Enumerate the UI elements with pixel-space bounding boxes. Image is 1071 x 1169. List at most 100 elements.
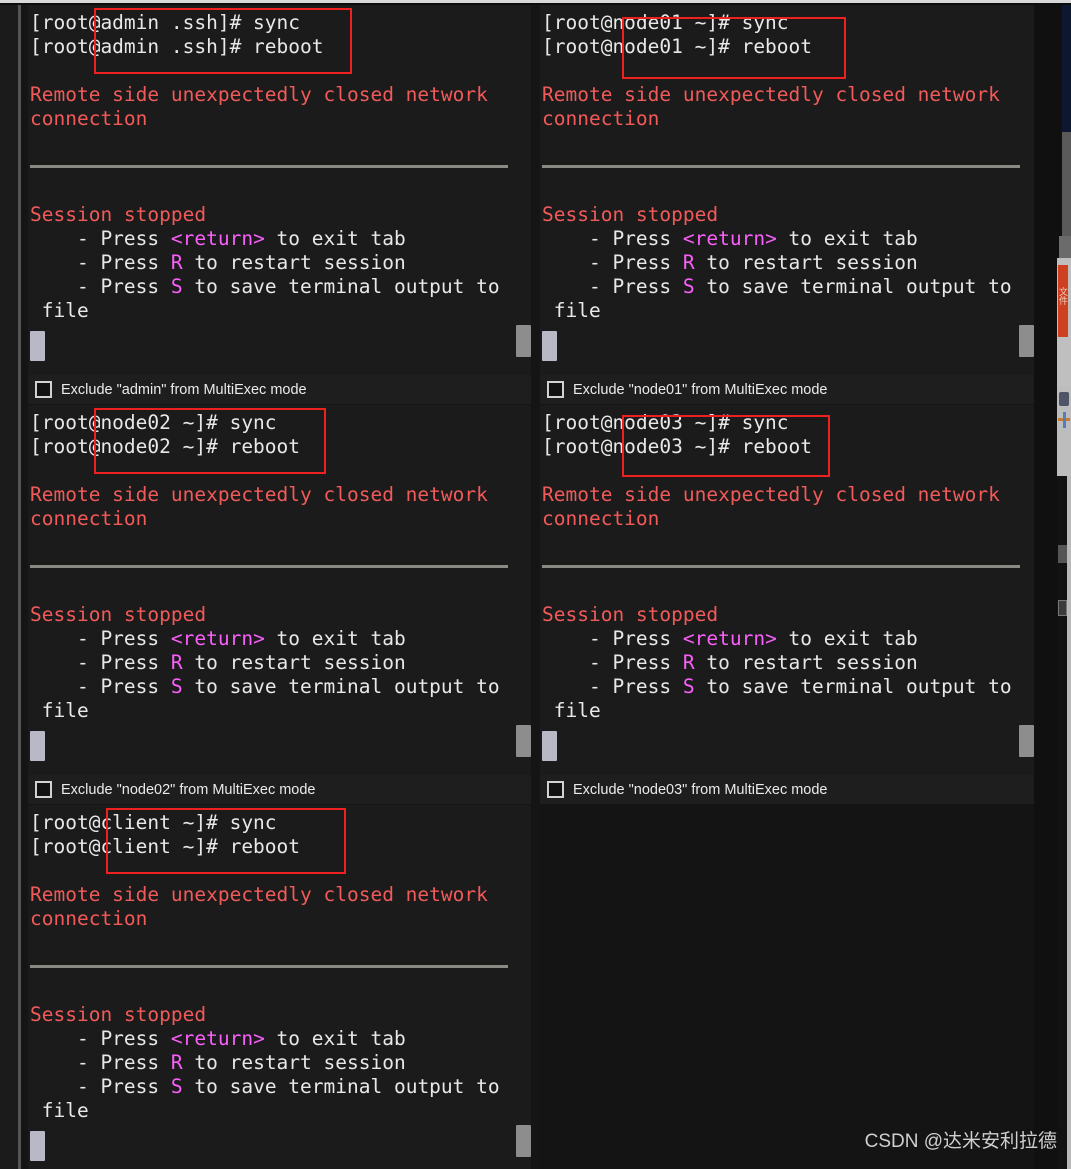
hint-prefix: - Press xyxy=(30,1075,171,1098)
output-separator-rule xyxy=(30,165,508,168)
scrollbar-thumb-right[interactable] xyxy=(516,325,531,357)
scrollbar-thumb-left[interactable] xyxy=(542,331,557,361)
session-stopped-label: Session stopped xyxy=(542,603,719,626)
key-s: S xyxy=(682,675,695,698)
key-s: S xyxy=(170,1075,183,1098)
hint-prefix: - Press xyxy=(30,275,171,298)
terminal-panel-node01[interactable]: [root@node01 ~]# sync [root@node01 ~]# r… xyxy=(540,5,1034,375)
key-r: R xyxy=(170,1051,183,1074)
sidebar-tools-icon-stem[interactable] xyxy=(1063,412,1066,428)
hint-restart-session: - Press R to restart session xyxy=(28,651,531,675)
scrollbar-thumb-right[interactable] xyxy=(516,725,531,757)
sidebar-lower-icon-1[interactable] xyxy=(1058,545,1067,563)
scrollbar-thumb-right[interactable] xyxy=(1019,325,1034,357)
hint-save-output-wrap: file xyxy=(542,299,601,322)
sidebar-folder-icon[interactable] xyxy=(1059,392,1069,406)
sidebar-lower-icon-2[interactable] xyxy=(1058,600,1067,616)
terminal-panel-node03[interactable]: [root@node03 ~]# sync [root@node03 ~]# r… xyxy=(540,405,1034,775)
hint-suffix: to exit tab xyxy=(776,227,918,250)
exclude-multiexec-row-node02[interactable]: Exclude "node02" from MultiExec mode xyxy=(28,775,531,804)
error-message-line: connection xyxy=(542,507,660,530)
exclude-checkbox-node03[interactable] xyxy=(547,781,564,798)
hint-suffix: to exit tab xyxy=(264,227,406,250)
hint-restart-session: - Press R to restart session xyxy=(28,1051,531,1075)
shell-prompt-line: [root@node01 ~]# sync xyxy=(542,11,789,34)
hint-prefix: - Press xyxy=(30,675,171,698)
hint-save-output: - Press S to save terminal output to xyxy=(28,275,531,299)
shell-prompt-line: [root@node02 ~]# reboot xyxy=(30,435,301,458)
scrollbar-thumb-left[interactable] xyxy=(30,331,45,361)
hint-suffix: to exit tab xyxy=(264,627,406,650)
scrollbar-thumb-left[interactable] xyxy=(30,731,45,761)
exclude-multiexec-row-admin[interactable]: Exclude "admin" from MultiExec mode xyxy=(28,375,531,404)
hint-exit-tab: - Press <return> to exit tab xyxy=(28,1027,531,1051)
key-r: R xyxy=(682,251,695,274)
scrollbar-thumb-left[interactable] xyxy=(542,731,557,761)
key-return: <return> xyxy=(170,227,265,250)
hint-save-output: - Press S to save terminal output to xyxy=(28,1075,531,1099)
output-separator-rule xyxy=(30,565,508,568)
hint-restart-session: - Press R to restart session xyxy=(540,651,1034,675)
key-s: S xyxy=(682,275,695,298)
exclude-multiexec-row-node01[interactable]: Exclude "node01" from MultiExec mode xyxy=(540,375,1034,404)
hint-prefix: - Press xyxy=(542,227,683,250)
hint-restart-session: - Press R to restart session xyxy=(28,251,531,275)
terminal-output-node03[interactable]: [root@node03 ~]# sync [root@node03 ~]# r… xyxy=(540,405,1034,775)
exclude-checkbox-node02[interactable] xyxy=(35,781,52,798)
exclude-checkbox-node01[interactable] xyxy=(547,381,564,398)
hint-suffix: to restart session xyxy=(694,651,918,674)
key-return: <return> xyxy=(170,627,265,650)
left-column: [root@admin .ssh]# sync [root@admin .ssh… xyxy=(28,5,531,1169)
hint-suffix: to restart session xyxy=(182,1051,406,1074)
terminal-output-client[interactable]: [root@client ~]# sync [root@client ~]# r… xyxy=(28,805,531,1169)
terminal-output-admin[interactable]: [root@admin .ssh]# sync [root@admin .ssh… xyxy=(28,5,531,375)
terminal-panel-admin[interactable]: [root@admin .ssh]# sync [root@admin .ssh… xyxy=(28,5,531,375)
hint-exit-tab: - Press <return> to exit tab xyxy=(28,627,531,651)
hint-suffix: to restart session xyxy=(182,251,406,274)
shell-prompt-line: [root@node02 ~]# sync xyxy=(30,411,277,434)
hint-suffix: to save terminal output to xyxy=(182,275,500,298)
output-separator-rule xyxy=(542,165,1020,168)
terminal-panel-client[interactable]: [root@client ~]# sync [root@client ~]# r… xyxy=(28,805,531,1169)
error-message-line: Remote side unexpectedly closed network xyxy=(30,883,488,906)
error-message-line: connection xyxy=(30,907,148,930)
scrollbar-thumb-left[interactable] xyxy=(30,1131,45,1161)
key-r: R xyxy=(682,651,695,674)
output-separator-rule xyxy=(542,565,1020,568)
shell-prompt-line: [root@client ~]# sync xyxy=(30,811,277,834)
terminal-panel-node02[interactable]: [root@node02 ~]# sync [root@node02 ~]# r… xyxy=(28,405,531,775)
terminal-output-node01[interactable]: [root@node01 ~]# sync [root@node01 ~]# r… xyxy=(540,5,1034,375)
left-gutter-gap xyxy=(21,5,28,1169)
exclude-checkbox-admin[interactable] xyxy=(35,381,52,398)
session-stopped-label: Session stopped xyxy=(30,203,207,226)
hint-save-output-wrap: file xyxy=(542,699,601,722)
scrollbar-thumb-right[interactable] xyxy=(1019,725,1034,757)
shell-prompt-line: [root@admin .ssh]# reboot xyxy=(30,35,324,58)
right-column: [root@node01 ~]# sync [root@node01 ~]# r… xyxy=(540,5,1034,1169)
scrollbar-thumb-right[interactable] xyxy=(516,1125,531,1157)
key-return: <return> xyxy=(682,627,777,650)
key-s: S xyxy=(170,675,183,698)
hint-suffix: to restart session xyxy=(694,251,918,274)
hint-prefix: - Press xyxy=(542,651,683,674)
terminal-grid: [root@admin .ssh]# sync [root@admin .ssh… xyxy=(28,5,1034,1169)
column-divider xyxy=(531,5,540,1169)
hint-suffix: to save terminal output to xyxy=(182,675,500,698)
terminal-output-node02[interactable]: [root@node02 ~]# sync [root@node02 ~]# r… xyxy=(28,405,531,775)
hint-save-output: - Press S to save terminal output to xyxy=(28,675,531,699)
exclude-multiexec-row-node03[interactable]: Exclude "node03" from MultiExec mode xyxy=(540,775,1034,804)
sidebar-fragment-grey xyxy=(1062,132,1071,236)
shell-prompt-line: [root@node03 ~]# sync xyxy=(542,411,789,434)
error-message-line: Remote side unexpectedly closed network xyxy=(30,83,488,106)
hint-save-output-wrap: file xyxy=(30,1099,89,1122)
exclude-checkbox-label: Exclude "node01" from MultiExec mode xyxy=(573,381,828,398)
